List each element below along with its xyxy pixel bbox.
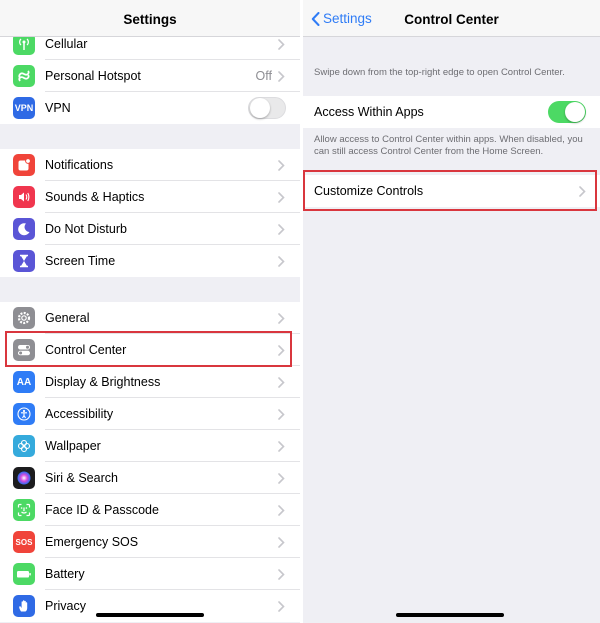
sidebar-item-label: Accessibility	[45, 407, 114, 421]
sidebar-item-screen-time[interactable]: Screen Time	[0, 245, 300, 277]
chevron-right-icon	[278, 160, 285, 171]
chevron-right-icon	[278, 537, 285, 548]
settings-navbar: Settings	[0, 0, 300, 37]
sidebar-item-label: Personal Hotspot	[45, 69, 141, 83]
speaker-icon	[13, 186, 35, 208]
sidebar-item-label: Do Not Disturb	[45, 222, 127, 236]
hotspot-icon	[13, 65, 35, 87]
sidebar-item-label: Face ID & Passcode	[45, 503, 159, 517]
sidebar-item-accessibility[interactable]: Accessibility	[0, 398, 300, 430]
home-indicator	[396, 613, 504, 617]
chevron-right-icon	[278, 71, 285, 82]
chevron-right-icon	[278, 505, 285, 516]
settings-panel: Settings Cellular Personal Hotspot Off VPN V…	[0, 0, 300, 623]
chevron-right-icon	[278, 256, 285, 267]
sidebar-item-personal-hotspot[interactable]: Personal Hotspot Off	[0, 60, 300, 92]
chevron-right-icon	[278, 441, 285, 452]
chevron-right-icon	[278, 224, 285, 235]
sidebar-item-do-not-disturb[interactable]: Do Not Disturb	[0, 213, 300, 245]
display-icon: AA	[13, 371, 35, 393]
chevron-right-icon	[278, 601, 285, 612]
sidebar-item-display-and-brightness[interactable]: AA Display & Brightness	[0, 366, 300, 398]
chevron-right-icon	[278, 39, 285, 50]
control-center-panel: Settings Control Center Swipe down from …	[303, 0, 600, 623]
notifications-icon	[13, 154, 35, 176]
access-within-apps-label: Access Within Apps	[314, 105, 424, 119]
chevron-right-icon	[278, 473, 285, 484]
sidebar-item-label: Cellular	[45, 37, 88, 51]
access-within-apps-toggle[interactable]	[548, 101, 586, 123]
sidebar-item-general[interactable]: General	[0, 302, 300, 334]
sidebar-item-battery[interactable]: Battery	[0, 558, 300, 590]
sidebar-item-notifications[interactable]: Notifications	[0, 149, 300, 181]
chevron-right-icon	[278, 313, 285, 324]
sidebar-item-label: VPN	[45, 101, 71, 115]
sidebar-item-vpn[interactable]: VPN VPN	[0, 92, 300, 124]
settings-group-connectivity: Cellular Personal Hotspot Off VPN VPN	[0, 28, 300, 124]
siri-icon	[13, 467, 35, 489]
sidebar-item-label: Wallpaper	[45, 439, 101, 453]
sidebar-item-label: Display & Brightness	[45, 375, 161, 389]
face-id-icon	[13, 499, 35, 521]
wallpaper-icon	[13, 435, 35, 457]
sidebar-item-sounds-and-haptics[interactable]: Sounds & Haptics	[0, 181, 300, 213]
chevron-right-icon	[278, 192, 285, 203]
sidebar-item-wallpaper[interactable]: Wallpaper	[0, 430, 300, 462]
sidebar-item-label: General	[45, 311, 90, 325]
sidebar-item-label: Sounds & Haptics	[45, 190, 145, 204]
sidebar-item-label: Screen Time	[45, 254, 116, 268]
chevron-right-icon	[278, 409, 285, 420]
vpn-toggle[interactable]	[248, 97, 286, 119]
sidebar-item-emergency-sos[interactable]: SOS Emergency SOS	[0, 526, 300, 558]
moon-icon	[13, 218, 35, 240]
control-center-navbar: Settings Control Center	[303, 0, 600, 37]
chevron-right-icon	[278, 377, 285, 388]
sos-icon: SOS	[13, 531, 35, 553]
sidebar-item-face-id-and-passcode[interactable]: Face ID & Passcode	[0, 494, 300, 526]
access-within-apps-row: Access Within Apps	[303, 96, 600, 128]
chevron-right-icon	[278, 569, 285, 580]
page-title: Settings	[123, 12, 177, 27]
sidebar-item-label: Siri & Search	[45, 471, 118, 485]
customize-controls-highlight	[303, 170, 597, 211]
sidebar-item-label: Battery	[45, 567, 85, 581]
control-center-highlight	[5, 331, 292, 367]
sidebar-item-label: Notifications	[45, 158, 114, 172]
accessibility-icon	[13, 403, 35, 425]
settings-group-notifications: Notifications Sounds & Haptics Do Not Dist…	[0, 149, 300, 277]
hand-icon	[13, 595, 35, 617]
gear-icon	[13, 307, 35, 329]
vpn-icon: VPN	[13, 97, 35, 119]
page-title: Control Center	[404, 12, 499, 27]
sidebar-item-label: Privacy	[45, 599, 86, 613]
home-indicator	[96, 613, 204, 617]
sidebar-item-privacy[interactable]: Privacy	[0, 590, 300, 622]
intro-text: Swipe down from the top-right edge to op…	[314, 67, 565, 78]
sidebar-item-value: Off	[255, 69, 272, 83]
access-footer-text: Allow access to Control Center within ap…	[314, 134, 583, 157]
sidebar-item-siri-and-search[interactable]: Siri & Search	[0, 462, 300, 494]
sidebar-item-label: Emergency SOS	[45, 535, 139, 549]
hourglass-icon	[13, 250, 35, 272]
battery-icon	[13, 563, 35, 585]
